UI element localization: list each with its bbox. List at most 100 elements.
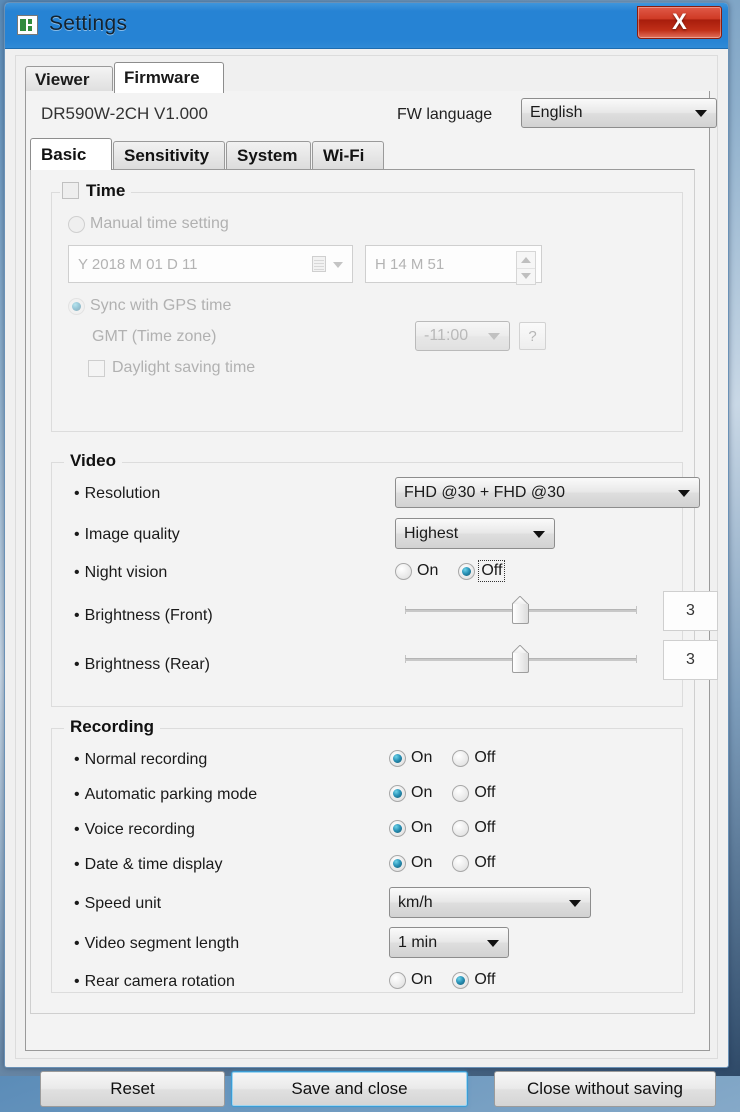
tab-basic[interactable]: Basic bbox=[30, 138, 112, 170]
image-quality-value: Highest bbox=[404, 524, 459, 542]
radio-icon-manual bbox=[68, 215, 85, 233]
image-quality-label: • Image quality bbox=[74, 526, 180, 543]
radio-label-night-on: On bbox=[417, 562, 439, 579]
time-enable-checkbox[interactable] bbox=[62, 182, 79, 199]
video-segment-length-select[interactable]: 1 min bbox=[389, 927, 509, 958]
radio-label-parking-off: Off bbox=[474, 784, 496, 801]
fw-language-value: English bbox=[530, 104, 583, 121]
time-stepper[interactable] bbox=[516, 251, 536, 285]
radio-normal-recording-off[interactable]: Off bbox=[452, 749, 495, 767]
radio-night-vision-off[interactable]: Off bbox=[458, 560, 506, 582]
close-without-saving-button[interactable]: Close without saving bbox=[494, 1071, 716, 1107]
radio-icon-rear-on bbox=[389, 971, 406, 989]
rear-camera-rotation-label: • Rear camera rotation bbox=[74, 973, 235, 990]
reset-button[interactable]: Reset bbox=[40, 1071, 225, 1107]
radio-label-voice-off: Off bbox=[474, 819, 496, 836]
manual-time-radio-row: Manual time setting bbox=[68, 215, 249, 233]
radio-normal-recording-on[interactable]: On bbox=[389, 749, 432, 767]
radio-icon-night-off bbox=[458, 562, 476, 580]
brightness-front-slider[interactable] bbox=[405, 595, 637, 625]
radio-icon-parking-off bbox=[452, 784, 470, 802]
speed-unit-value: km/h bbox=[398, 893, 433, 911]
fw-language-label: FW language bbox=[397, 106, 493, 123]
speed-unit-label: • Speed unit bbox=[74, 895, 162, 912]
normal-recording-radio-group: On Off bbox=[389, 749, 515, 767]
daylight-saving-row[interactable]: Daylight saving time bbox=[88, 359, 255, 377]
time-group-title: Time bbox=[86, 181, 126, 200]
brightness-rear-label: • Brightness (Rear) bbox=[74, 656, 210, 673]
chevron-down-icon bbox=[333, 262, 343, 268]
chevron-up-icon bbox=[521, 257, 531, 263]
fw-language-select[interactable]: English bbox=[521, 98, 717, 128]
gmt-timezone-select[interactable]: -11:00 bbox=[415, 321, 510, 351]
brightness-front-slider-thumb[interactable] bbox=[512, 596, 529, 624]
radio-label-voice-on: On bbox=[411, 819, 433, 836]
brightness-front-value-box: 3 bbox=[663, 591, 718, 631]
brightness-rear-value-box: 3 bbox=[663, 640, 718, 680]
time-value: H 14 M 51 bbox=[375, 255, 445, 273]
radio-label-datetime-off: Off bbox=[474, 854, 496, 871]
resolution-label: • Resolution bbox=[74, 485, 161, 502]
radio-night-vision-on[interactable]: On bbox=[395, 562, 438, 580]
client-area: Viewer Firmware DR590W-2CH V1.000 FW lan… bbox=[15, 55, 718, 1107]
radio-datetime-off[interactable]: Off bbox=[452, 854, 495, 872]
rear-camera-rotation-radio-group: On Off bbox=[389, 971, 515, 989]
calendar-icon bbox=[312, 256, 326, 272]
radio-label-datetime-on: On bbox=[411, 854, 433, 871]
image-quality-select[interactable]: Highest bbox=[395, 518, 555, 549]
gps-time-radio-row: Sync with GPS time bbox=[68, 297, 251, 315]
help-icon: ? bbox=[528, 327, 537, 345]
date-value: Y 2018 M 01 D 11 bbox=[78, 255, 198, 273]
radio-rear-rotation-off[interactable]: Off bbox=[452, 971, 495, 989]
close-window-button[interactable]: X bbox=[637, 6, 722, 39]
save-and-close-button[interactable]: Save and close bbox=[231, 1071, 468, 1107]
tab-wifi[interactable]: Wi-Fi bbox=[312, 141, 384, 169]
automatic-parking-mode-label: • Automatic parking mode bbox=[74, 786, 258, 803]
close-icon: X bbox=[672, 9, 687, 34]
radio-label-normal-off: Off bbox=[474, 749, 496, 766]
date-time-display-label: • Date & time display bbox=[74, 856, 223, 873]
app-window-icon bbox=[17, 15, 38, 35]
outer-tab-strip: Viewer Firmware bbox=[25, 62, 710, 93]
tab-viewer[interactable]: Viewer bbox=[25, 66, 113, 92]
time-field[interactable]: H 14 M 51 bbox=[365, 245, 542, 285]
date-time-display-radio-group: On Off bbox=[389, 854, 515, 872]
radio-label-night-off: Off bbox=[478, 560, 506, 582]
chevron-down-icon bbox=[678, 489, 690, 497]
radio-label-normal-on: On bbox=[411, 749, 433, 766]
radio-parking-on[interactable]: On bbox=[389, 784, 432, 802]
radio-icon-night-on bbox=[395, 562, 412, 580]
radio-voice-off[interactable]: Off bbox=[452, 819, 495, 837]
date-field[interactable]: Y 2018 M 01 D 11 bbox=[68, 245, 353, 283]
radio-datetime-on[interactable]: On bbox=[389, 854, 432, 872]
automatic-parking-mode-radio-group: On Off bbox=[389, 784, 515, 802]
radio-rear-rotation-on[interactable]: On bbox=[389, 971, 432, 989]
settings-window: Settings X Viewer Firmware DR590W-2CH V1… bbox=[4, 2, 729, 1107]
resolution-select[interactable]: FHD @30 + FHD @30 bbox=[395, 477, 700, 508]
radio-sync-with-gps-time[interactable]: Sync with GPS time bbox=[68, 297, 231, 315]
tab-firmware[interactable]: Firmware bbox=[114, 62, 224, 93]
brightness-front-label: • Brightness (Front) bbox=[74, 607, 213, 624]
chevron-down-icon bbox=[521, 273, 531, 279]
brightness-rear-slider-thumb[interactable] bbox=[512, 645, 529, 673]
radio-icon-rear-off bbox=[452, 971, 470, 989]
chevron-down-icon bbox=[488, 333, 500, 340]
brightness-rear-slider[interactable] bbox=[405, 644, 637, 674]
radio-icon-normal-on bbox=[389, 749, 406, 767]
speed-unit-select[interactable]: km/h bbox=[389, 887, 591, 918]
radio-voice-on[interactable]: On bbox=[389, 819, 432, 837]
tab-system[interactable]: System bbox=[226, 141, 311, 169]
daylight-saving-checkbox[interactable] bbox=[88, 359, 105, 377]
video-segment-length-label: • Video segment length bbox=[74, 935, 240, 952]
title-bar: Settings X bbox=[5, 3, 728, 49]
radio-icon-voice-off bbox=[452, 819, 470, 837]
daylight-saving-label: Daylight saving time bbox=[112, 359, 256, 376]
radio-parking-off[interactable]: Off bbox=[452, 784, 495, 802]
radio-label-gps: Sync with GPS time bbox=[90, 297, 232, 314]
brightness-front-value: 3 bbox=[686, 602, 695, 619]
gmt-help-button[interactable]: ? bbox=[519, 322, 546, 350]
radio-icon-datetime-off bbox=[452, 854, 470, 872]
tab-sensitivity[interactable]: Sensitivity bbox=[113, 141, 225, 169]
voice-recording-label: • Voice recording bbox=[74, 821, 195, 838]
radio-manual-time-setting[interactable]: Manual time setting bbox=[68, 215, 229, 233]
